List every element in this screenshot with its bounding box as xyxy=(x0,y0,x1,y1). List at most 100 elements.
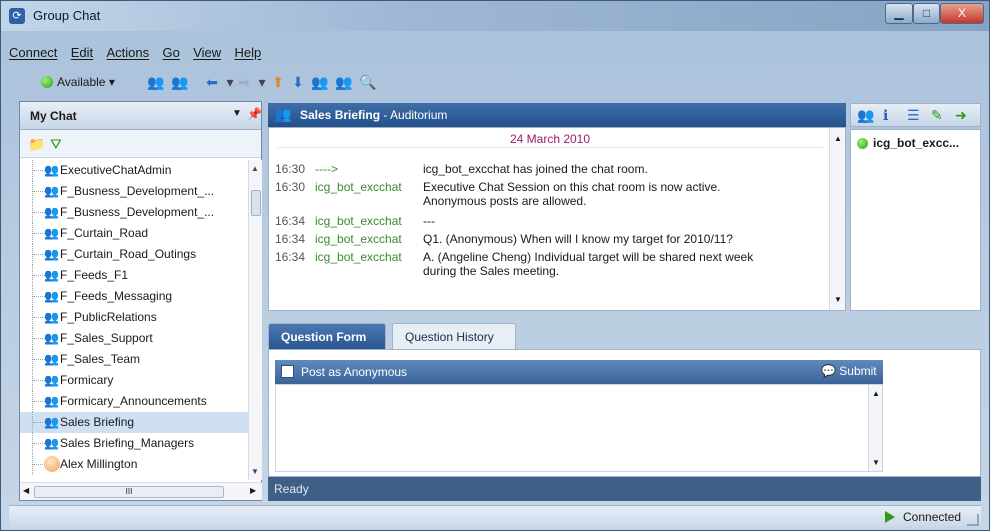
horizontal-scroll-thumb[interactable]: III xyxy=(34,486,224,498)
room-list: 👥 ExecutiveChatAdmin 👥 F_Busness_Developme… xyxy=(20,160,248,480)
forward-arrow-icon[interactable]: ➡ xyxy=(235,73,253,91)
scroll-up-icon[interactable]: ▲ xyxy=(872,389,880,398)
scroll-down-icon[interactable]: ▼ xyxy=(872,458,880,467)
list-item[interactable]: 👥 F_Feeds_F1 xyxy=(20,265,248,286)
chat-room-icon: 👥 xyxy=(44,289,59,303)
room-list-horizontal-scrollbar[interactable]: ◀ III ▶ xyxy=(20,482,262,500)
edit-icon[interactable]: ✎ xyxy=(931,107,943,124)
menu-bar: Connect Edit Actions Go View Help xyxy=(9,45,271,65)
app-icon: ⟳ xyxy=(9,8,25,24)
list-item[interactable]: 👥 F_Sales_Support xyxy=(20,328,248,349)
anonymous-checkbox[interactable] xyxy=(281,365,294,378)
exit-room-icon[interactable]: ➜ xyxy=(955,107,967,124)
menu-connect[interactable]: Connect xyxy=(9,45,57,60)
chat-room-icon: 👥 xyxy=(44,184,59,198)
scroll-left-icon[interactable]: ◀ xyxy=(23,486,29,495)
chat-room-icon: 👥 xyxy=(274,106,292,122)
menu-go[interactable]: Go xyxy=(163,45,180,60)
scroll-down-icon[interactable]: ▼ xyxy=(834,295,842,304)
chat-room-icon: 👥 xyxy=(44,226,59,240)
my-chat-toolbar: 📁 ⛛ xyxy=(20,130,261,158)
status-bar: Connected xyxy=(9,505,981,527)
panel-menu-icon[interactable]: ▼ xyxy=(232,108,242,119)
question-input[interactable]: ▲ ▼ xyxy=(275,384,883,472)
chat-room-title: Sales Briefing - Auditorium xyxy=(300,108,448,122)
group-chat-icon[interactable]: 👥 xyxy=(171,73,189,91)
my-chat-panel: My Chat ▼ 📌 📁 ⛛ 👥 ExecutiveChatAdmin 👥 F_B… xyxy=(19,101,262,501)
list-item[interactable]: 👥 ExecutiveChatAdmin xyxy=(20,160,248,181)
connected-icon xyxy=(885,511,895,523)
chat-room-icon: 👥 xyxy=(44,163,59,177)
chat-room-icon: 👥 xyxy=(44,352,59,366)
minimize-button[interactable]: ▁ xyxy=(885,3,913,24)
add-contact-icon[interactable]: 👥 xyxy=(147,73,165,91)
menu-view[interactable]: View xyxy=(193,45,221,60)
list-item-selected[interactable]: 👥 Sales Briefing xyxy=(20,412,248,433)
list-item[interactable]: Alex Millington xyxy=(20,454,248,475)
scroll-up-icon[interactable]: ▲ xyxy=(251,164,259,173)
question-form: Post as Anonymous 💬 Submit ▲ ▼ xyxy=(268,349,981,477)
list-view-icon[interactable]: ☰ xyxy=(907,107,920,124)
list-item[interactable]: 👥 Sales Briefing_Managers xyxy=(20,433,248,454)
chat-room-icon: 👥 xyxy=(44,331,59,345)
participants-icon[interactable]: 👥 xyxy=(857,107,874,124)
participant-item[interactable]: icg_bot_excc... xyxy=(857,136,959,150)
availability-dropdown[interactable]: Available ▾ xyxy=(57,75,115,89)
room-list-vertical-scrollbar[interactable]: ▲ ▼ xyxy=(248,160,262,480)
list-item[interactable]: 👥 F_Sales_Team xyxy=(20,349,248,370)
question-form-header: Post as Anonymous 💬 Submit xyxy=(275,360,883,384)
tab-question-form[interactable]: Question Form xyxy=(268,323,386,349)
close-button[interactable]: X xyxy=(940,3,984,24)
participants-toolbar: 👥 ℹ ☰ ✎ ➜ xyxy=(850,103,981,127)
search-icon[interactable]: 🔍 xyxy=(359,73,377,91)
list-item[interactable]: 👥 Formicary_Announcements xyxy=(20,391,248,412)
resize-grip-icon[interactable] xyxy=(967,514,979,526)
filter-icon[interactable]: ⛛ xyxy=(50,136,62,153)
list-item[interactable]: 👥 F_Busness_Development_... xyxy=(20,181,248,202)
remove-room-icon[interactable]: 👥 xyxy=(335,73,353,91)
participants-list: icg_bot_excc... xyxy=(850,129,981,311)
anonymous-label: Post as Anonymous xyxy=(301,365,408,379)
scroll-down-icon[interactable]: ▼ xyxy=(251,467,259,476)
menu-actions[interactable]: Actions xyxy=(107,45,150,60)
main-toolbar: Available ▾ 👥 👥 ⬅ ▾ ➡ ▾ ⬆ ⬇ 👥 👥 🔍 xyxy=(9,69,981,95)
tab-question-history[interactable]: Question History xyxy=(392,323,516,349)
ready-bar: Ready xyxy=(268,477,981,501)
list-item[interactable]: 👥 F_Curtain_Road_Outings xyxy=(20,244,248,265)
scroll-up-icon[interactable]: ▲ xyxy=(834,134,842,143)
chat-room-icon: 👥 xyxy=(44,415,59,429)
list-item[interactable]: 👥 Formicary xyxy=(20,370,248,391)
list-item[interactable]: 👥 F_Curtain_Road xyxy=(20,223,248,244)
chat-transcript: 24 March 2010 16:30 ----> icg_bot_excchat … xyxy=(268,127,846,311)
group-chat-window: ⟳ Group Chat ▁ □ X Connect Edit Actions … xyxy=(0,0,990,531)
back-arrow-icon[interactable]: ⬅ xyxy=(203,73,221,91)
chat-room-icon: 👥 xyxy=(44,247,59,261)
chat-room-icon: 👥 xyxy=(44,310,59,324)
list-item[interactable]: 👥 F_Feeds_Messaging xyxy=(20,286,248,307)
ready-label: Ready xyxy=(274,482,309,496)
submit-button[interactable]: 💬 Submit xyxy=(821,364,877,378)
menu-help[interactable]: Help xyxy=(234,45,261,60)
move-down-icon[interactable]: ⬇ xyxy=(289,73,307,91)
chat-scrollbar[interactable]: ▲ ▼ xyxy=(829,128,845,310)
person-icon xyxy=(44,456,60,472)
scroll-thumb[interactable] xyxy=(251,190,261,216)
list-item[interactable]: 👥 F_Busness_Development_... xyxy=(20,202,248,223)
list-item[interactable]: 👥 F_PublicRelations xyxy=(20,307,248,328)
menu-edit[interactable]: Edit xyxy=(71,45,93,60)
question-input-scrollbar[interactable]: ▲ ▼ xyxy=(868,385,882,471)
pin-icon[interactable]: 📌 xyxy=(247,107,262,121)
chat-room-icon: 👥 xyxy=(44,205,59,219)
my-chat-header: My Chat ▼ 📌 xyxy=(20,102,262,130)
move-up-icon[interactable]: ⬆ xyxy=(269,73,287,91)
folder-icon[interactable]: 📁 xyxy=(28,136,45,153)
add-room-icon[interactable]: 👥 xyxy=(311,73,329,91)
connection-status: Connected xyxy=(903,510,962,524)
chat-room-icon: 👥 xyxy=(44,394,59,408)
maximize-button[interactable]: □ xyxy=(913,3,940,24)
chat-room-header: 👥 Sales Briefing - Auditorium xyxy=(268,103,846,127)
availability-status-icon xyxy=(41,76,53,88)
my-chat-title: My Chat xyxy=(30,109,77,123)
scroll-right-icon[interactable]: ▶ xyxy=(250,486,256,495)
info-icon[interactable]: ℹ xyxy=(883,107,888,124)
